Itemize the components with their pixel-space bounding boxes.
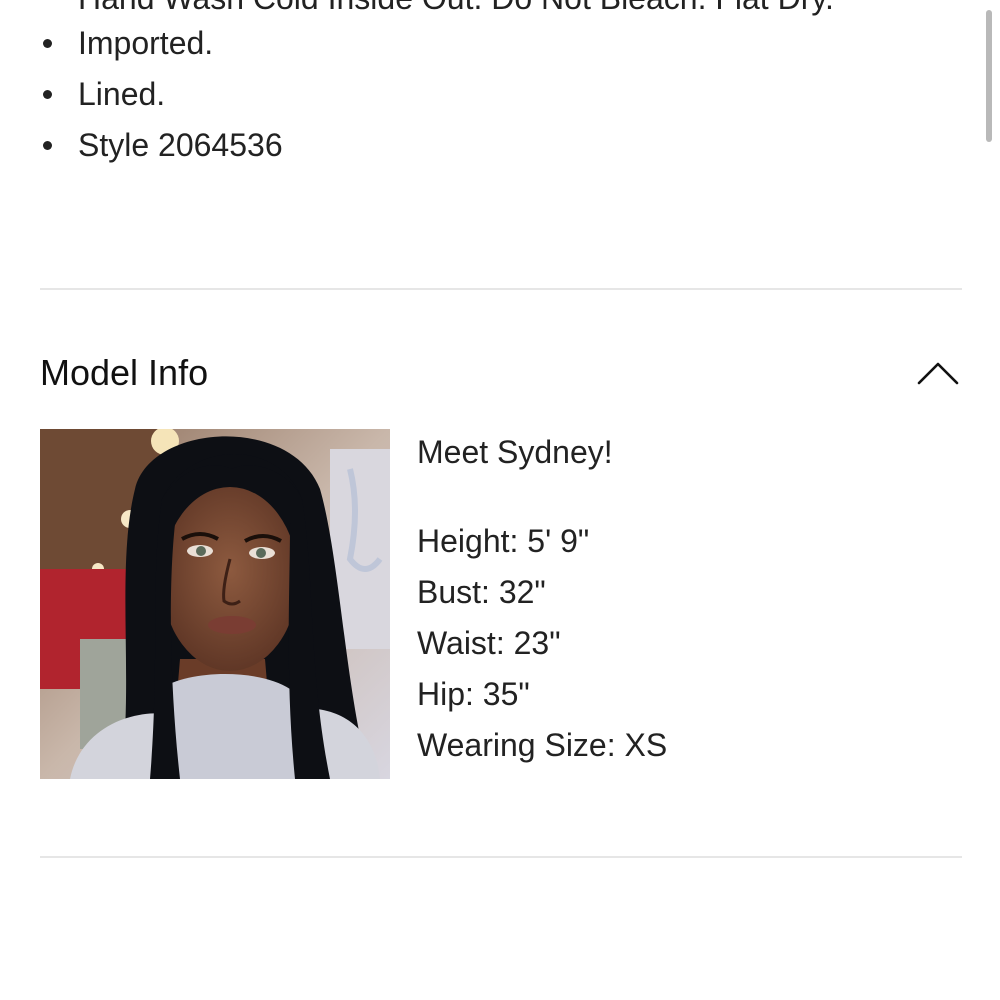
list-item: Lined. bbox=[40, 69, 283, 120]
chevron-up-icon[interactable] bbox=[916, 359, 960, 387]
product-page: Hand Wash Cold Inside Out. Do Not Bleach… bbox=[0, 0, 1000, 1000]
model-measurements: Meet Sydney! Height: 5' 9" Bust: 32" Wai… bbox=[417, 430, 667, 774]
model-photo bbox=[40, 429, 390, 779]
scrollbar[interactable] bbox=[986, 10, 992, 142]
model-waist: Waist: 23" bbox=[417, 625, 561, 661]
section-divider bbox=[40, 288, 962, 290]
bullet-icon bbox=[43, 39, 52, 48]
detail-text: Lined. bbox=[78, 76, 166, 112]
model-height: Height: 5' 9" bbox=[417, 523, 590, 559]
section-title: Model Info bbox=[40, 352, 209, 393]
list-item: Imported. bbox=[40, 18, 283, 69]
bullet-icon bbox=[43, 90, 52, 99]
product-details-list: Imported. Lined. Style 2064536 bbox=[40, 18, 283, 171]
section-divider bbox=[40, 856, 962, 858]
list-item: Style 2064536 bbox=[40, 120, 283, 171]
detail-text: Imported. bbox=[78, 25, 214, 61]
care-instructions-partial: Hand Wash Cold Inside Out. Do Not Bleach… bbox=[78, 0, 834, 17]
detail-text: Style 2064536 bbox=[78, 127, 283, 163]
model-bust: Bust: 32" bbox=[417, 574, 546, 610]
model-intro: Meet Sydney! bbox=[417, 434, 613, 470]
model-info-accordion-header[interactable]: Model Info bbox=[40, 345, 962, 401]
model-wearing-size: Wearing Size: XS bbox=[417, 727, 668, 763]
bullet-icon bbox=[43, 141, 52, 150]
model-hip: Hip: 35" bbox=[417, 676, 530, 712]
